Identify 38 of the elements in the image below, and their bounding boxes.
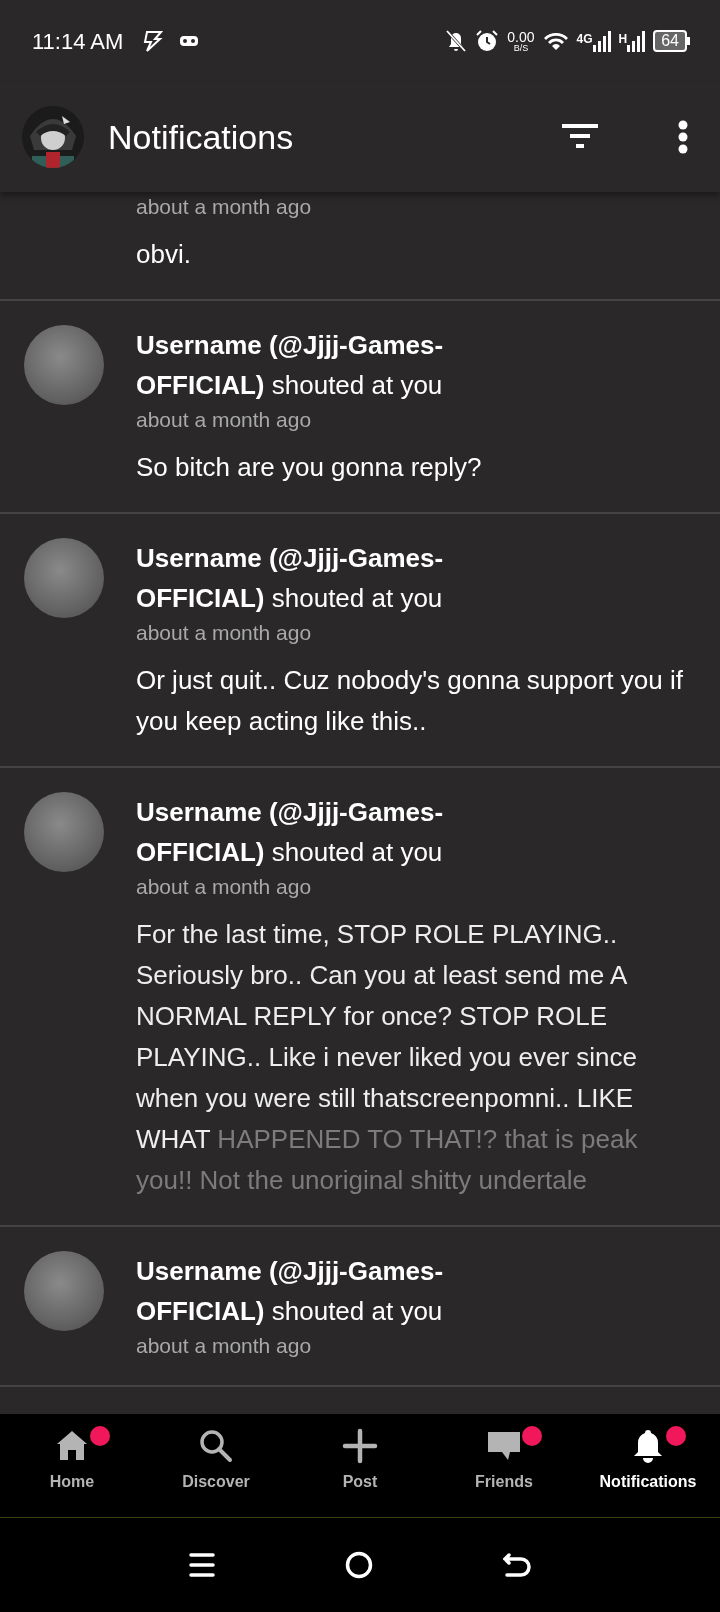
nav-tab[interactable]: Home xyxy=(0,1414,144,1517)
message-text: So bitch are you gonna reply? xyxy=(136,451,483,484)
search-icon xyxy=(198,1428,234,1464)
notification-title: Username (@Jjjj-Games-OFFICIAL) shouted at you xyxy=(136,329,445,402)
message-text: obvi. xyxy=(136,238,192,271)
nav-tab[interactable]: Friends xyxy=(432,1414,576,1517)
timestamp: about a month ago xyxy=(136,407,313,433)
back-icon[interactable] xyxy=(503,1552,531,1578)
timestamp: about a month ago xyxy=(136,620,313,646)
home-button-icon[interactable] xyxy=(345,1551,373,1579)
notification-title: Username (@Jjjj-Games-OFFICIAL) shouted at you xyxy=(136,796,445,869)
timestamp: about a month ago xyxy=(136,194,313,220)
notification-title: Username (@Jjjj-Games-OFFICIAL) shouted at you xyxy=(136,542,445,615)
menu-icon[interactable] xyxy=(189,1552,215,1578)
message-text: For the last time, STOP ROLE PLAYING.. Seriously bro.. Can you at least send me A NORMAL REPLY for once? STOP ROLE PLAYING.. Like i never liked you ever since when you were still thatscreenpomni.. LIKE WHAT HAPPENED TO THAT!? that is peak you!! Not the unoriginal shitty undertale xyxy=(136,918,639,1197)
page-title: Notifications xyxy=(108,116,295,158)
alarm-icon xyxy=(475,29,500,53)
nav-tab[interactable]: Post xyxy=(288,1414,432,1517)
battery-level: 64 xyxy=(653,30,687,52)
vr-icon xyxy=(179,35,200,47)
nav-tab[interactable]: Notifications xyxy=(576,1414,720,1517)
network-type: 4G xyxy=(576,31,593,48)
network-type: H xyxy=(618,31,628,48)
wifi-icon xyxy=(542,31,569,51)
signal-icon xyxy=(592,30,611,52)
nav-tab[interactable]: Discover xyxy=(144,1414,288,1517)
net-unit: B/S xyxy=(513,43,529,53)
timestamp: about a month ago xyxy=(136,1333,313,1359)
net-speed: 0.00 xyxy=(507,29,535,44)
filter-icon[interactable] xyxy=(562,124,598,150)
timestamp: about a month ago xyxy=(136,874,313,900)
muted-bell-icon xyxy=(445,29,468,53)
signal-icon xyxy=(627,30,646,52)
message-text: Or just quit.. Cuz nobody's gonna support you if you keep acting like this.. xyxy=(136,664,684,738)
plus-icon xyxy=(342,1428,378,1464)
notification-title: Username (@Jjjj-Games-OFFICIAL) shouted at you xyxy=(136,1255,445,1328)
more-icon[interactable] xyxy=(678,120,688,154)
clock: 11:14 AM xyxy=(32,27,124,56)
